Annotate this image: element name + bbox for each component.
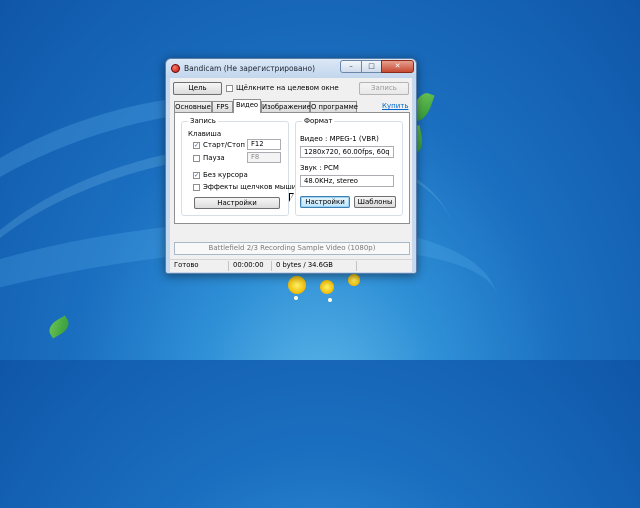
video-tab-panel: Запись Клавиша ✓ Старт/Стоп F12 Пауза F8… bbox=[174, 112, 410, 224]
record-group-title: Запись bbox=[188, 117, 218, 125]
pause-checkbox[interactable] bbox=[193, 155, 200, 162]
mouse-pointer-icon bbox=[289, 193, 294, 202]
start-stop-checkbox[interactable]: ✓ bbox=[193, 142, 200, 149]
buy-link[interactable]: Купить bbox=[382, 102, 408, 110]
status-text: Готово bbox=[174, 261, 199, 269]
record-settings-button[interactable]: Настройки bbox=[194, 197, 280, 209]
format-settings-button[interactable]: Настройки bbox=[300, 196, 350, 208]
no-cursor-label: Без курсора bbox=[203, 171, 248, 179]
wallpaper-petal bbox=[294, 296, 298, 300]
recording-time: 00:00:00 bbox=[233, 261, 264, 269]
hotkey-heading: Клавиша bbox=[188, 130, 222, 138]
record-button[interactable]: Запись bbox=[359, 82, 409, 95]
file-size: 0 bytes / 34.6GB bbox=[276, 261, 333, 269]
maximize-button[interactable]: □ bbox=[361, 60, 382, 73]
pause-hotkey-field[interactable]: F8 bbox=[247, 152, 281, 163]
window-title: Bandicam (Не зарегистрировано) bbox=[184, 64, 315, 73]
status-separator bbox=[228, 261, 229, 271]
start-stop-hotkey-field[interactable]: F12 bbox=[247, 139, 281, 150]
tab-video[interactable]: Видео bbox=[233, 99, 261, 113]
bandicam-window: Bandicam (Не зарегистрировано) – □ ✕ Цел… bbox=[165, 58, 417, 274]
wallpaper-flower bbox=[348, 274, 360, 286]
tab-general[interactable]: Основные bbox=[174, 101, 212, 112]
video-format-field: 1280x720, 60.00fps, 60q bbox=[300, 146, 394, 158]
status-separator bbox=[356, 261, 357, 271]
format-group-title: Формат bbox=[302, 117, 335, 125]
click-target-checkbox[interactable] bbox=[226, 85, 233, 92]
mouse-click-effects-label: Эффекты щелчков мыши bbox=[203, 183, 297, 191]
title-bar[interactable]: Bandicam (Не зарегистрировано) – □ ✕ bbox=[166, 59, 416, 78]
tab-about[interactable]: О программе bbox=[310, 101, 358, 112]
no-cursor-checkbox[interactable]: ✓ bbox=[193, 172, 200, 179]
bandicam-record-icon bbox=[171, 64, 180, 73]
audio-codec-label: Звук : PCM bbox=[300, 164, 339, 172]
video-codec-label: Видео : MPEG-1 (VBR) bbox=[300, 135, 379, 143]
status-separator bbox=[271, 261, 272, 271]
status-bar: Готово 00:00:00 0 bytes / 34.6GB bbox=[170, 259, 412, 272]
templates-button[interactable]: Шаблоны bbox=[354, 196, 396, 208]
start-stop-label: Старт/Стоп bbox=[203, 141, 245, 149]
wallpaper-flower bbox=[320, 280, 334, 294]
wallpaper-flower bbox=[288, 276, 306, 294]
window-client-area: Цель Щёлкните на целевом окне Запись Осн… bbox=[170, 78, 412, 272]
minimize-button[interactable]: – bbox=[340, 60, 362, 73]
sample-video-link[interactable]: Battlefield 2/3 Recording Sample Video (… bbox=[174, 242, 410, 255]
wallpaper-petal bbox=[328, 298, 332, 302]
tab-fps[interactable]: FPS bbox=[212, 101, 233, 112]
audio-format-field: 48.0KHz, stereo bbox=[300, 175, 394, 187]
click-target-label: Щёлкните на целевом окне bbox=[236, 84, 339, 92]
record-group: Запись Клавиша ✓ Старт/Стоп F12 Пауза F8… bbox=[181, 117, 296, 216]
mouse-click-effects-checkbox[interactable] bbox=[193, 184, 200, 191]
format-group: Формат Видео : MPEG-1 (VBR) 1280x720, 60… bbox=[295, 117, 403, 216]
tab-image[interactable]: Изображение bbox=[261, 101, 311, 112]
close-button[interactable]: ✕ bbox=[381, 60, 414, 73]
target-button[interactable]: Цель bbox=[173, 82, 222, 95]
pause-label: Пауза bbox=[203, 154, 225, 162]
